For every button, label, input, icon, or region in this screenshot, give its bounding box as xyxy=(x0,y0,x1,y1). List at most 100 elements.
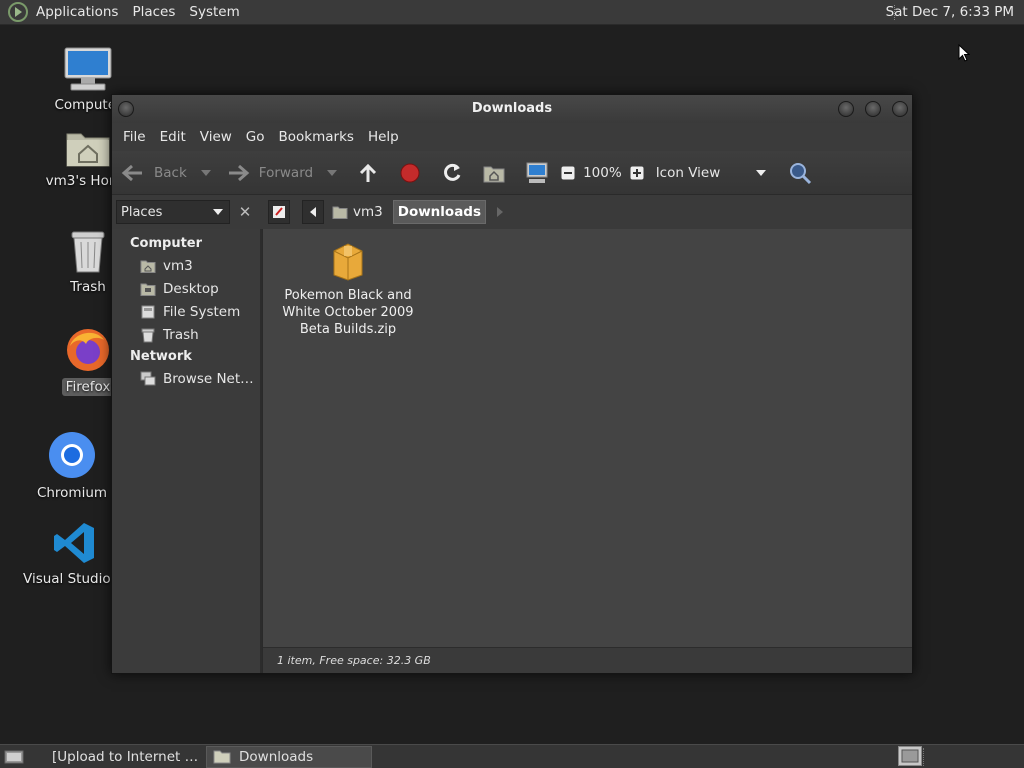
window-title: Downloads xyxy=(471,101,553,116)
reload-icon xyxy=(444,163,461,181)
back-history-dropdown[interactable] xyxy=(200,158,211,188)
desktop-icon-label: Trash xyxy=(70,279,106,295)
zoom-in-icon xyxy=(630,166,644,179)
system-menu[interactable]: System xyxy=(182,0,246,25)
desktop-icon-label: Chromium xyxy=(36,485,108,501)
up-arrow-icon xyxy=(360,163,377,182)
sidebar-item-label: Browse Net… xyxy=(163,370,254,387)
sidebar-item-desktop[interactable]: Desktop xyxy=(112,277,260,300)
breadcrumb-right-button[interactable] xyxy=(492,200,508,224)
menu-view[interactable]: View xyxy=(193,129,239,145)
breadcrumb-label: vm3 xyxy=(353,204,383,220)
stop-icon xyxy=(400,163,420,182)
computer-icon xyxy=(526,162,548,183)
file-item[interactable]: Pokemon Black and White October 2009 Bet… xyxy=(281,241,415,338)
gnome-foot-icon[interactable] xyxy=(7,1,29,23)
sidebar-item-vm3[interactable]: vm3 xyxy=(112,254,260,277)
bottom-panel: [Upload to Internet … Downloads xyxy=(0,744,1024,768)
forward-button[interactable]: Forward xyxy=(225,158,313,188)
places-sidebar: Computer vm3 Desktop File System Trash N… xyxy=(112,229,262,673)
toolbar: Back Forward 100% Icon View xyxy=(112,151,912,195)
maximize-button[interactable] xyxy=(865,101,881,117)
menu-file[interactable]: File xyxy=(116,129,153,145)
show-desktop-icon xyxy=(4,750,24,763)
window-thumbnail-icon xyxy=(901,749,919,763)
home-icon xyxy=(483,166,505,182)
minimize-button[interactable] xyxy=(838,101,854,117)
search-icon xyxy=(789,162,811,184)
file-manager-window: Downloads File Edit View Go Bookmarks He… xyxy=(111,94,913,674)
view-mode-select[interactable]: Icon View xyxy=(656,158,766,188)
stop-button[interactable] xyxy=(399,158,421,188)
breadcrumb: vm3 Downloads xyxy=(268,200,508,224)
places-menu[interactable]: Places xyxy=(125,0,182,25)
status-bar: 1 item, Free space: 32.3 GB xyxy=(263,647,912,673)
sidebar-item-label: Trash xyxy=(163,326,199,343)
home-folder-icon xyxy=(66,133,110,167)
window-body: Computer vm3 Desktop File System Trash N… xyxy=(112,229,912,673)
trash-icon xyxy=(71,231,105,273)
taskbar-item-label: Downloads xyxy=(239,748,314,765)
zoom-out-icon xyxy=(561,166,575,179)
close-icon: ✕ xyxy=(238,203,252,221)
trash-icon xyxy=(141,328,155,342)
window-titlebar[interactable]: Downloads xyxy=(112,95,912,123)
chromium-icon xyxy=(49,432,95,478)
sidebar-item-file-system[interactable]: File System xyxy=(112,300,260,323)
back-arrow-icon xyxy=(121,164,142,181)
sidebar-heading-computer: Computer xyxy=(130,236,203,251)
toggle-location-entry-button[interactable] xyxy=(268,200,290,224)
mouse-cursor-icon xyxy=(958,44,970,62)
back-button[interactable]: Back xyxy=(120,158,187,188)
zoom-in-button[interactable] xyxy=(630,158,644,188)
back-label: Back xyxy=(154,164,187,181)
taskbar-item-label: [Upload to Internet … xyxy=(52,748,199,765)
chevron-down-icon xyxy=(755,169,766,176)
taskbar-item-downloads[interactable]: Downloads xyxy=(206,745,372,768)
file-view[interactable]: Pokemon Black and White October 2009 Bet… xyxy=(262,229,912,673)
breadcrumb-item-downloads[interactable]: Downloads xyxy=(392,200,487,224)
computer-button[interactable] xyxy=(525,158,549,188)
applications-menu[interactable]: Applications xyxy=(29,0,125,25)
zoom-level[interactable]: 100% xyxy=(583,158,622,188)
close-sidebar-button[interactable]: ✕ xyxy=(234,200,256,224)
menu-edit[interactable]: Edit xyxy=(153,129,193,145)
location-bar: Places ✕ vm3 Downloads xyxy=(112,195,912,229)
top-panel: Applications Places System Sat Dec 7, 6:… xyxy=(0,0,1024,25)
sidebar-item-browse-network[interactable]: Browse Net… xyxy=(112,367,260,390)
menubar: File Edit View Go Bookmarks Help xyxy=(112,123,912,151)
breadcrumb-label: Downloads xyxy=(397,204,482,220)
computer-icon xyxy=(64,47,112,91)
firefox-icon xyxy=(67,329,109,371)
forward-history-dropdown[interactable] xyxy=(327,158,338,188)
chevron-right-icon xyxy=(497,207,504,217)
search-button[interactable] xyxy=(788,158,812,188)
sidebar-item-trash[interactable]: Trash xyxy=(112,323,260,346)
clock[interactable]: Sat Dec 7, 6:33 PM xyxy=(886,0,1014,25)
forward-arrow-icon xyxy=(228,164,250,181)
breadcrumb-left-button[interactable] xyxy=(302,200,324,224)
breadcrumb-item-vm3[interactable]: vm3 xyxy=(328,200,387,224)
sidebar-item-label: vm3 xyxy=(163,257,193,274)
home-button[interactable] xyxy=(483,158,505,188)
sidebar-heading-network: Network xyxy=(130,349,192,364)
close-button[interactable] xyxy=(892,101,908,117)
file-name: Pokemon Black and White October 2009 Bet… xyxy=(282,288,414,337)
up-button[interactable] xyxy=(357,158,379,188)
menu-go[interactable]: Go xyxy=(239,129,272,145)
menu-bookmarks[interactable]: Bookmarks xyxy=(272,129,361,145)
reload-button[interactable] xyxy=(441,158,463,188)
edit-icon xyxy=(273,206,285,218)
archive-icon xyxy=(333,243,363,281)
chevron-left-icon xyxy=(310,207,316,217)
zoom-out-button[interactable] xyxy=(561,158,575,188)
forward-label: Forward xyxy=(258,164,314,181)
show-desktop-button[interactable] xyxy=(0,746,28,768)
menu-help[interactable]: Help xyxy=(361,129,406,145)
window-menu-button[interactable] xyxy=(118,101,134,117)
desktop-icon-label: Firefox xyxy=(61,378,115,396)
workspace-1-button[interactable] xyxy=(898,746,922,766)
drive-icon xyxy=(141,305,155,318)
sidebar-selector[interactable]: Places xyxy=(116,200,230,224)
taskbar-item-firefox[interactable]: [Upload to Internet … xyxy=(38,746,202,768)
